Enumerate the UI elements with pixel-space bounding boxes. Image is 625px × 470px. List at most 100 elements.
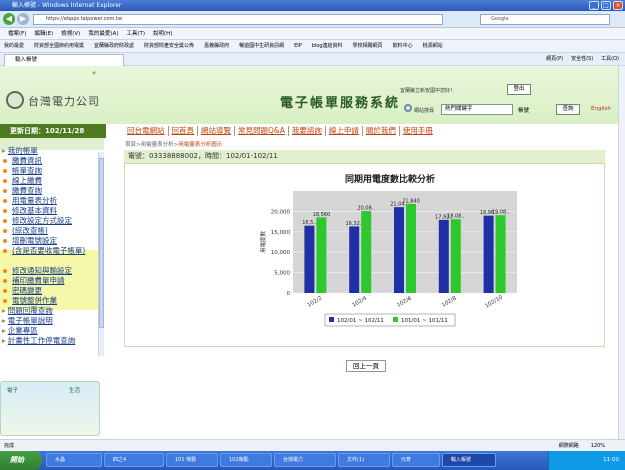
bullet-icon (3, 249, 7, 253)
data-label: 20,08.. (357, 206, 375, 212)
system-clock: 11:00 (548, 451, 625, 470)
favorite-item-4[interactable]: 嘉義縣政府 (204, 40, 229, 52)
english-link[interactable]: English (591, 106, 611, 112)
tool-menu-0[interactable]: 網頁(P) (546, 53, 563, 66)
tool-menu-1[interactable]: 安全性(S) (571, 53, 593, 66)
taskbar-item-3[interactable]: 102傑勤 (220, 453, 272, 467)
top-nav-link-7[interactable]: 使用手冊 (400, 126, 436, 136)
query-button[interactable]: 查詢 (556, 104, 580, 115)
menu-item-0[interactable]: 檔案(F) (8, 28, 26, 39)
url-input[interactable]: https://ebpps.taipower.com.tw (33, 14, 443, 25)
taipower-logo[interactable]: 台灣電力公司 (6, 91, 126, 109)
sidebar-item-13[interactable]: 密碼變更 (0, 286, 100, 295)
sidebar-item-14[interactable]: 電號整併作業 (0, 296, 100, 305)
close-button[interactable]: × (613, 1, 623, 10)
tab-current[interactable]: 輸入帳號 (4, 54, 124, 66)
logout-button[interactable]: 登出 (507, 84, 531, 95)
favorite-item-10[interactable]: 桃源網站 (423, 40, 443, 52)
menu-item-3[interactable]: 我的最愛(A) (88, 28, 118, 39)
bullet-icon (3, 159, 7, 163)
search-engine-input[interactable]: Google (480, 14, 610, 25)
update-date: 更新日期：102/11/28 (0, 124, 106, 138)
window-title-bar: 輸入帳號 - Windows Internet Explorer _ □ × (0, 0, 625, 11)
tool-menu-2[interactable]: 工具(O) (601, 53, 619, 66)
top-nav-link-2[interactable]: 網站導覽 (198, 126, 235, 136)
sidebar-item-label: 修改設定方式設定 (12, 216, 72, 225)
favorite-item-6[interactable]: EIP (294, 40, 302, 52)
taskbar-item-5[interactable]: 文件(1) (338, 453, 390, 467)
sidebar-item-4[interactable]: 繳費查詢 (0, 186, 100, 195)
taskbar-item-7[interactable]: 輸入帳號 (442, 453, 496, 467)
favorite-item-2[interactable]: 宜蘭縣政府財政處 (94, 40, 134, 52)
tab-bar: 輸入帳號 網頁(P) 安全性(S) 工具(O) (0, 53, 625, 66)
sidebar-item-label: 繳費資訊 (12, 156, 42, 165)
taskbar-item-4[interactable]: 台灣電力 (274, 453, 336, 467)
sidebar-item-11[interactable]: 修改通知與輸設定 (0, 266, 100, 275)
taskbar-item-0[interactable]: 水晶 (46, 453, 102, 467)
sidebar-item-label: 電號整併作業 (12, 296, 57, 305)
taskbar-item-1[interactable]: 四之4 (104, 453, 164, 467)
sidebar-item-9[interactable]: 增刪電號設定 (0, 236, 100, 245)
taskbar-item-6[interactable]: 元育 (392, 453, 440, 467)
top-nav-link-3[interactable]: 常見問題Q&A (235, 126, 289, 136)
sidebar-item-7[interactable]: 修改設定方式設定 (0, 216, 100, 225)
minimize-button[interactable]: _ (589, 1, 599, 10)
page-content: 台灣電力公司 電子帳單服務系統 宜蘭縣立新安國中您好！ 登出 網站搜尋 熱門關鍵… (0, 66, 618, 439)
sidebar-item-label: (含是否要收電子帳單) (12, 246, 86, 255)
sidebar-item-8[interactable]: (綜改查帳) (0, 226, 100, 235)
back-icon[interactable]: ◀ (3, 13, 15, 25)
sidebar-item-15[interactable]: ▸ 問題回覆查詢 (0, 306, 100, 315)
sidebar-item-10[interactable]: (含是否要收電子帳單) (0, 246, 100, 255)
favorite-item-1[interactable]: 財資部全國節約用電獎 (34, 40, 84, 52)
sidebar-item-1[interactable]: 繳費資訊 (0, 156, 100, 165)
bullet-icon (3, 239, 7, 243)
sidebar-item-0[interactable]: ▸ 我的帳單 (0, 146, 100, 155)
sidebar-item-label: 修改通知與輸設定 (12, 266, 72, 275)
taskbar-item-2[interactable]: 101 傑勤 (166, 453, 218, 467)
sidebar-item-label: 用電量表分析 (12, 196, 57, 205)
expand-arrow-icon: ▸ (2, 146, 6, 155)
sidebar-item-18[interactable]: ▸ 計畫性工作停電查詢 (0, 336, 100, 345)
data-label: 16,5.. (302, 220, 317, 226)
sidebar-item-3[interactable]: 線上繳費 (0, 176, 100, 185)
y-tick-label: 10,000 (271, 250, 291, 256)
favorite-item-5[interactable]: 暢遊國中生研資訊網 (239, 40, 284, 52)
forward-icon[interactable]: ▶ (17, 13, 29, 25)
sidebar-item-16[interactable]: ▸ 電子帳單說明 (0, 316, 100, 325)
legend-label-1: 101/01 ~ 101/11 (401, 318, 448, 324)
legend-swatch-0 (329, 317, 334, 322)
sidebar-item-label: 修改基本資料 (12, 206, 57, 215)
maximize-button[interactable]: □ (601, 1, 611, 10)
menu-item-4[interactable]: 工具(T) (126, 28, 145, 39)
favorite-item-9[interactable]: 飲料中心 (393, 40, 413, 52)
keyword-select[interactable]: 熱門關鍵字 (441, 104, 513, 115)
menu-item-5[interactable]: 說明(H) (153, 28, 172, 39)
favorite-item-7[interactable]: blog連結資料 (312, 40, 343, 52)
sidebar-item-17[interactable]: ▸ 企業專區 (0, 326, 100, 335)
start-button[interactable]: 開始 (0, 451, 42, 470)
top-nav-link-4[interactable]: 我要諮詢 (289, 126, 326, 136)
menu-bar: 檔案(F) 編輯(E) 檢視(V) 我的最愛(A) 工具(T) 說明(H) (0, 28, 625, 40)
usage-comparison-chart: 同期用電度數比較分析 0 5,000 10,000 15,000 20,000 用電度數 16… (255, 169, 525, 341)
sidebar-item-12[interactable]: 補印繳費單申請 (0, 276, 100, 285)
sidebar-item-6[interactable]: 修改基本資料 (0, 206, 100, 215)
favorite-item-3[interactable]: 財資部財產安全獎公佈 (144, 40, 194, 52)
top-nav-link-1[interactable]: 回首頁 (169, 126, 198, 136)
collapse-sidebar-icon[interactable]: « (92, 69, 102, 79)
favorite-item-8[interactable]: 學校相關網頁 (353, 40, 383, 52)
menu-item-2[interactable]: 檢視(V) (61, 28, 80, 39)
top-nav-link-6[interactable]: 關於我們 (363, 126, 400, 136)
sidebar-item-label: 我的帳單 (7, 146, 38, 155)
sidebar-item-5[interactable]: 用電量表分析 (0, 196, 100, 205)
page-scrollbar[interactable] (618, 66, 625, 439)
data-label: 16,32.. (345, 221, 363, 227)
expand-arrow-icon: ▸ (2, 336, 6, 345)
top-nav-link-5[interactable]: 線上申請 (326, 126, 363, 136)
taipower-emblem-icon (6, 91, 24, 109)
bullet-icon (3, 229, 7, 233)
top-nav-link-0[interactable]: 回台電網站 (124, 126, 169, 136)
favorite-item-0[interactable]: 我的最愛 (4, 40, 24, 52)
menu-item-1[interactable]: 編輯(E) (34, 28, 53, 39)
sidebar-item-2[interactable]: 帳單查詢 (0, 166, 100, 175)
back-button[interactable]: 回上一頁 (346, 360, 386, 372)
